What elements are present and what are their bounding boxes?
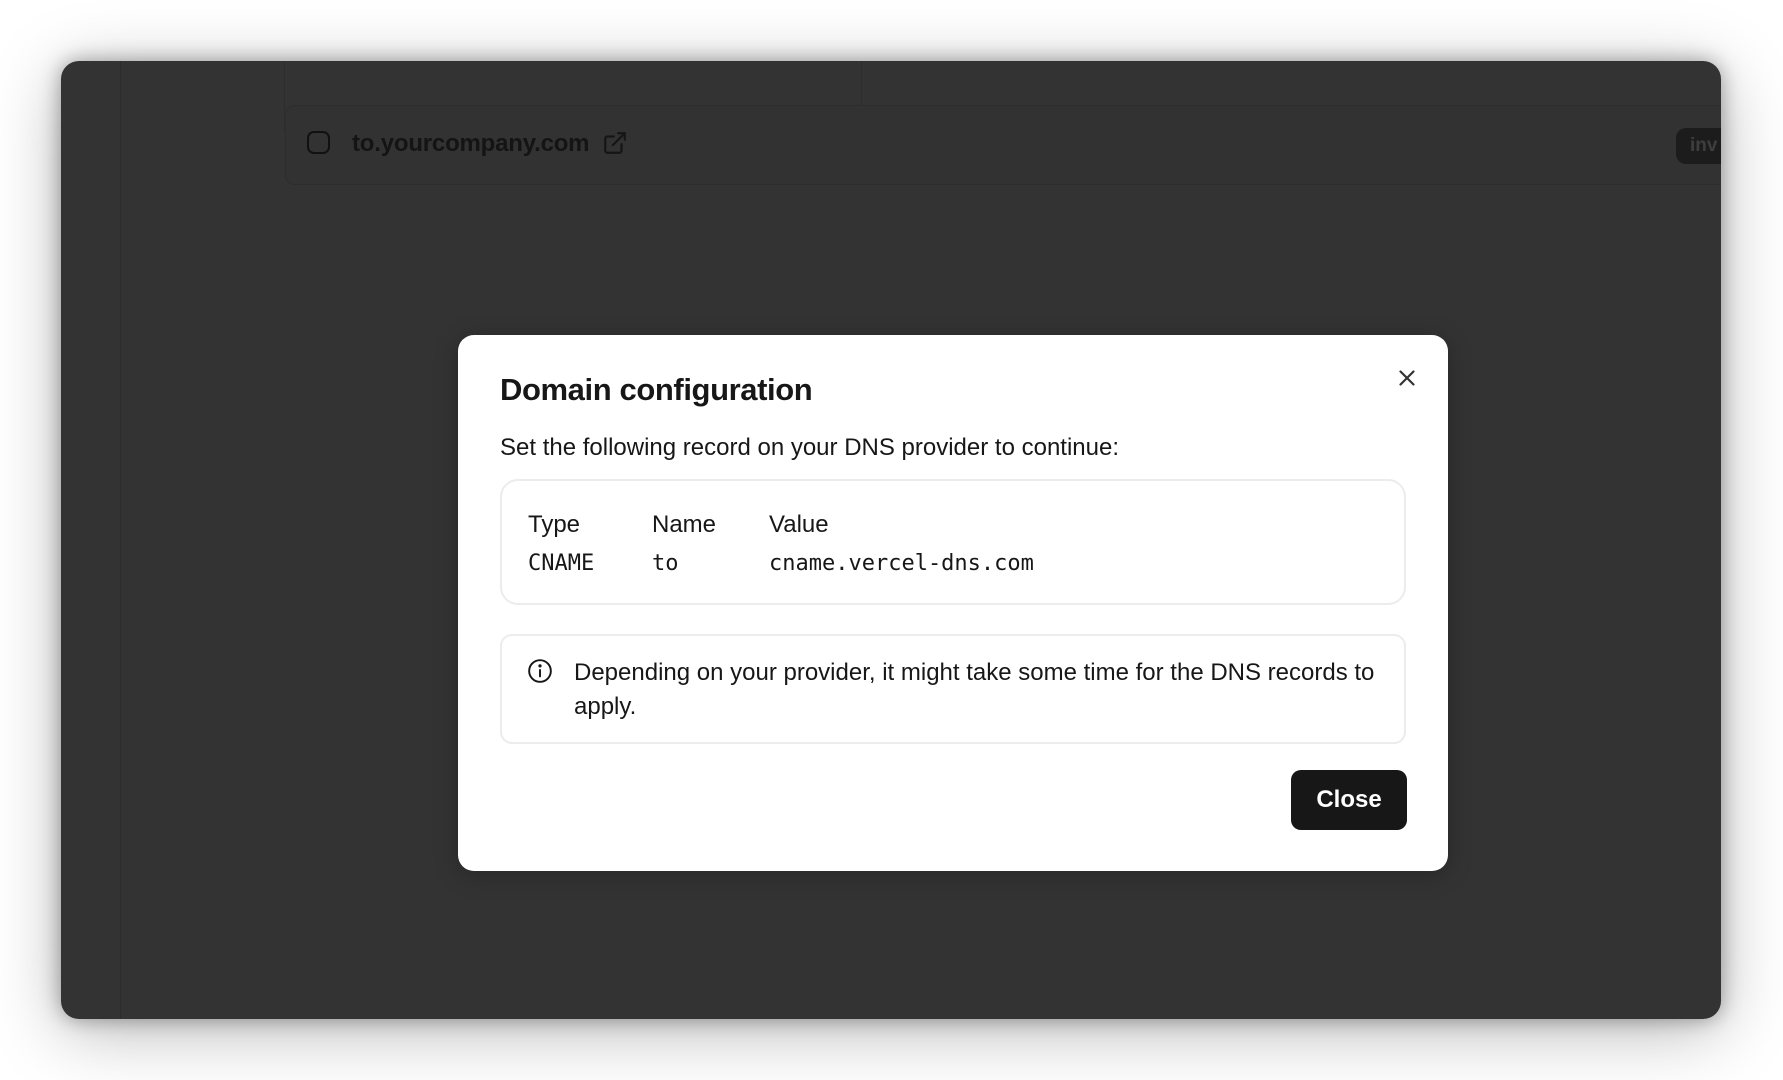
- dns-record-table: Type Name Value CNAME to cname.vercel-dn…: [500, 479, 1406, 605]
- column-header-name: Name: [652, 511, 717, 538]
- external-link-icon[interactable]: [602, 130, 628, 156]
- record-value: cname.vercel-dns.com: [769, 551, 1034, 576]
- column-header-value: Value: [769, 511, 829, 538]
- domain-row[interactable]: to.yourcompany.com inv: [285, 105, 1721, 185]
- status-badge: inv: [1676, 128, 1721, 164]
- record-name: to: [652, 551, 679, 576]
- info-callout: Depending on your provider, it might tak…: [500, 634, 1406, 744]
- column-header-type: Type: [528, 511, 581, 538]
- sidebar-divider: [120, 61, 121, 1019]
- close-button[interactable]: Close: [1291, 770, 1407, 830]
- domain-configuration-dialog: Domain configuration Set the following r…: [458, 335, 1448, 871]
- domain-checkbox[interactable]: [307, 131, 330, 154]
- domain-name[interactable]: to.yourcompany.com: [352, 130, 590, 158]
- close-icon[interactable]: [1394, 365, 1420, 391]
- record-type: CNAME: [528, 551, 595, 576]
- info-text: Depending on your provider, it might tak…: [574, 659, 1375, 720]
- info-icon: [527, 658, 553, 684]
- dialog-title: Domain configuration: [500, 372, 813, 407]
- dialog-description: Set the following record on your DNS pro…: [500, 434, 1119, 461]
- app-window: to.yourcompany.com inv Domain configurat…: [61, 61, 1721, 1019]
